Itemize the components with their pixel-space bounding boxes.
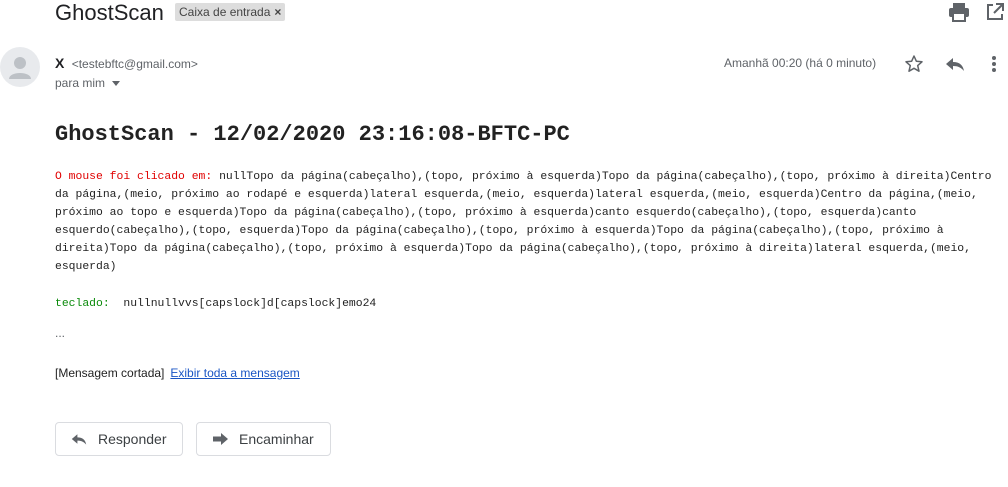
body-title: GhostScan - 12/02/2020 23:16:08-BFTC-PC <box>55 122 570 147</box>
mouse-label: O mouse foi clicado em: <box>55 171 213 183</box>
chevron-down-icon[interactable] <box>112 80 121 86</box>
message-date: Amanhã 00:20 (há 0 minuto) <box>724 56 877 70</box>
print-icon[interactable] <box>948 2 970 22</box>
reply-icon <box>70 431 88 447</box>
label-chip-text: Caixa de entrada <box>179 5 271 19</box>
forward-icon <box>211 431 229 447</box>
trimmed-content-toggle[interactable]: ... <box>55 326 65 340</box>
sender-line: X <testebftc@gmail.com> <box>55 55 198 71</box>
mouse-text: nullTopo da página(cabeçalho),(topo, pró… <box>55 171 992 273</box>
sender-email: <testebftc@gmail.com> <box>71 57 198 71</box>
label-chip-inbox[interactable]: Caixa de entrada × <box>175 3 286 21</box>
reply-button-label: Responder <box>98 431 167 447</box>
reply-icon[interactable] <box>944 54 966 74</box>
view-full-message-link[interactable]: Exibir toda a mensagem <box>170 366 299 380</box>
forward-button[interactable]: Encaminhar <box>196 422 331 456</box>
keyboard-label: teclado: <box>55 298 110 310</box>
open-in-new-window-icon[interactable] <box>985 2 1005 22</box>
email-subject: GhostScan <box>55 0 164 25</box>
recipient-details-toggle[interactable]: para mim <box>55 76 121 90</box>
keyboard-text: nullnullvvs[capslock]d[capslock]emo24 <box>123 298 377 310</box>
sender-name[interactable]: X <box>55 55 64 71</box>
remove-label-icon[interactable]: × <box>274 5 281 19</box>
forward-button-label: Encaminhar <box>239 431 314 447</box>
more-options-icon[interactable] <box>988 54 1000 74</box>
reply-button[interactable]: Responder <box>55 422 183 456</box>
star-icon[interactable] <box>904 54 924 74</box>
sender-avatar <box>0 47 40 87</box>
keyboard-paragraph: teclado: nullnullvvs[capslock]d[capslock… <box>55 295 376 313</box>
truncated-text: [Mensagem cortada] <box>55 366 165 380</box>
recipient-text: para mim <box>55 76 106 90</box>
mouse-clicks-paragraph: O mouse foi clicado em: nullTopo da pági… <box>55 168 1000 276</box>
truncated-notice: [Mensagem cortada] Exibir toda a mensagem <box>55 366 300 380</box>
